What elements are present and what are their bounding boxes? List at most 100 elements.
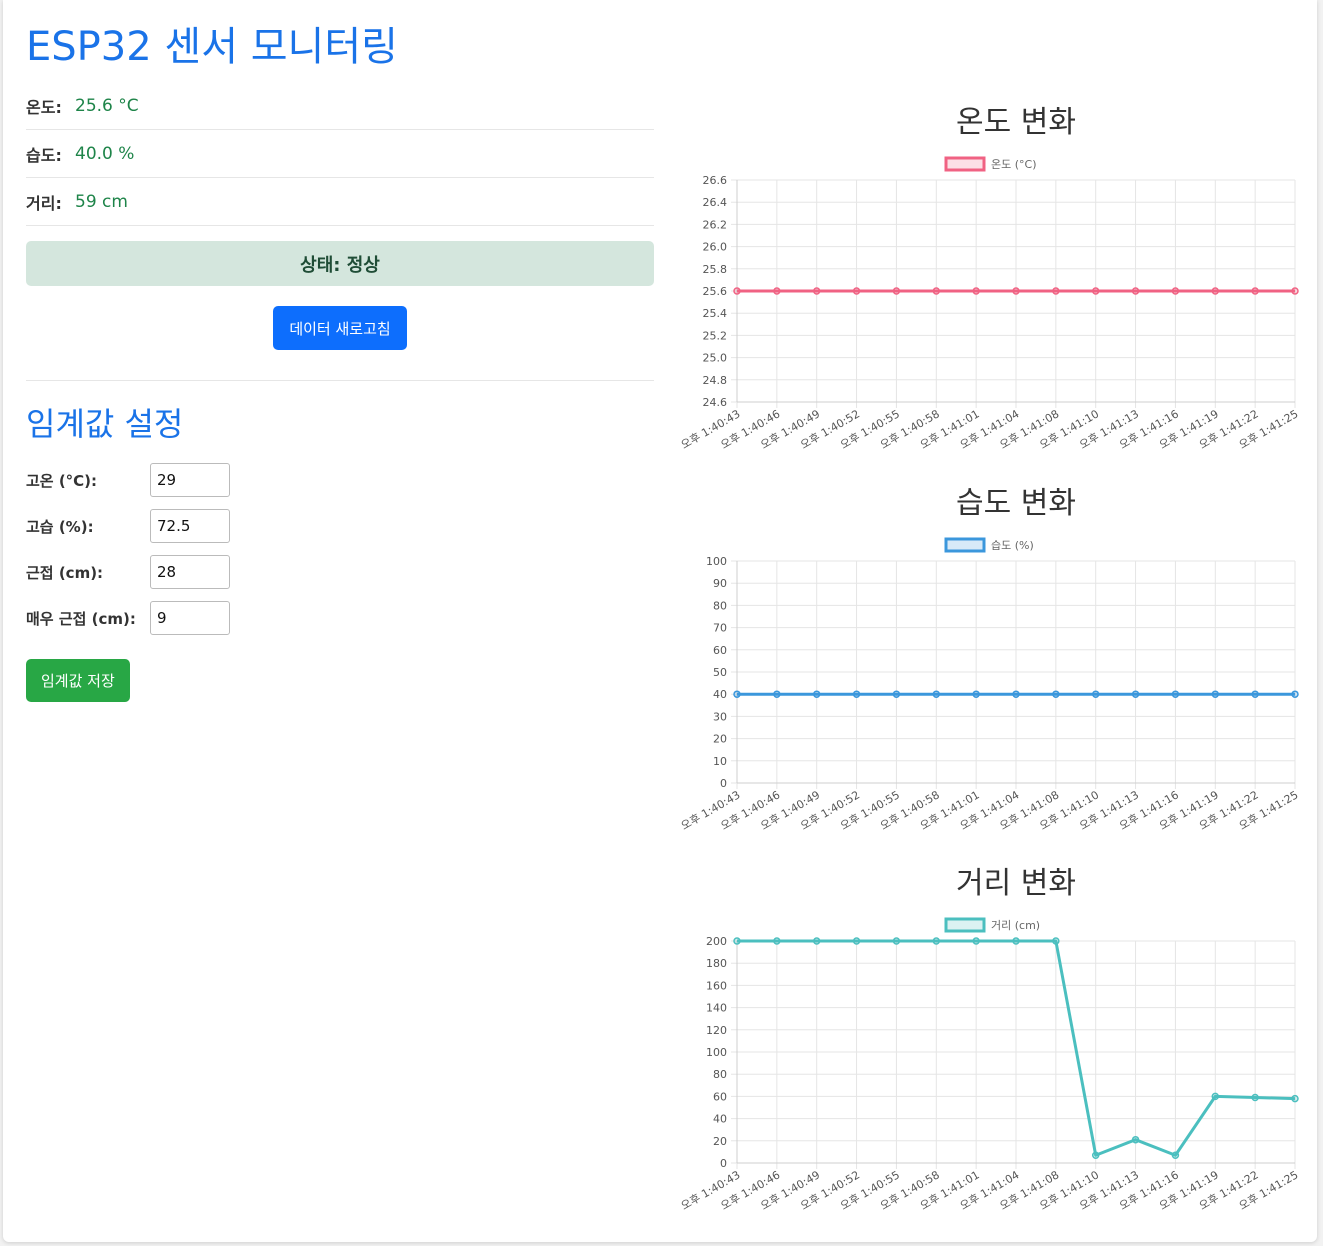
data-point[interactable] (1251, 690, 1259, 698)
data-point[interactable] (1211, 1092, 1220, 1101)
y-tick-label: 100 (706, 555, 727, 568)
data-point[interactable] (1052, 937, 1060, 945)
data-point[interactable] (812, 287, 821, 295)
data-point[interactable] (1012, 690, 1020, 698)
reading-value: 59 cm (75, 191, 128, 212)
data-point[interactable] (773, 287, 781, 295)
threshold-form: 고온 (°C): 고습 (%): 근접 (cm): 매우 근접 (cm): (26, 457, 654, 641)
y-tick-label: 120 (706, 1024, 727, 1037)
legend-label: 습도 (%) (991, 539, 1034, 552)
data-point[interactable] (1291, 690, 1299, 698)
chart-legend[interactable]: 온도 (°C) (944, 156, 1037, 172)
data-point[interactable] (1091, 1151, 1100, 1159)
reading-label: 온도: (26, 97, 62, 117)
temperature-chart-svg: 온도 변화온도 (°C) 26.6 26.4 26.2 26.0 25.8 25.6 25.4… (679, 105, 1301, 452)
data-point[interactable] (1211, 690, 1220, 698)
data-point[interactable] (1131, 690, 1140, 698)
threshold-high-humidity-row: 고습 (%): (26, 503, 654, 549)
data-point[interactable] (1291, 287, 1299, 295)
legend-swatch (944, 156, 986, 172)
data-point[interactable] (972, 690, 980, 698)
refresh-wrap: 데이터 새로고침 (26, 306, 654, 350)
data-point[interactable] (1012, 287, 1020, 295)
y-tick-label: 26.0 (703, 241, 728, 254)
data-point[interactable] (733, 287, 741, 295)
y-tick-label: 60 (713, 1090, 727, 1103)
left-panel: 온도: 25.6 °C 습도: 40.0 % 거리: 59 cm 상태: 정상 … (26, 82, 654, 702)
threshold-very-near-row: 매우 근접 (cm): (26, 595, 654, 641)
threshold-label: 고습 (%): (26, 517, 94, 536)
y-tick-label: 20 (713, 1135, 727, 1148)
data-point[interactable] (932, 937, 941, 945)
data-point[interactable] (1171, 1151, 1180, 1159)
data-point[interactable] (852, 937, 861, 945)
data-point[interactable] (773, 937, 781, 945)
refresh-data-button[interactable]: 데이터 새로고침 (273, 306, 407, 350)
data-point[interactable] (812, 690, 821, 698)
y-tick-label: 70 (713, 622, 727, 635)
data-point[interactable] (1012, 937, 1020, 945)
status-banner: 상태: 정상 (26, 241, 654, 286)
data-point[interactable] (773, 690, 781, 698)
data-point[interactable] (1131, 1135, 1140, 1144)
data-point[interactable] (1211, 287, 1220, 295)
very-near-distance-input[interactable] (150, 601, 230, 635)
y-tick-label: 20 (713, 733, 727, 746)
data-point[interactable] (733, 690, 741, 698)
temperature-chart: 온도 변화 온도 (°C) 26.6 26.4 26.2 26.0 25.8 25.6 25.4… (665, 96, 1315, 476)
data-point[interactable] (1131, 287, 1140, 295)
data-point[interactable] (972, 287, 980, 295)
reading-distance: 거리: 59 cm (26, 178, 654, 226)
data-point[interactable] (1052, 287, 1060, 295)
distance-chart-svg: 거리 변화거리 (cm)200180160140120100806040200오… (679, 866, 1301, 1213)
data-point[interactable] (1052, 690, 1060, 698)
reading-humidity: 습도: 40.0 % (26, 130, 654, 178)
near-distance-input[interactable] (150, 555, 230, 589)
y-tick-label: 140 (706, 1002, 727, 1015)
data-point[interactable] (1251, 1093, 1259, 1102)
data-point[interactable] (733, 937, 741, 945)
high-temp-input[interactable] (150, 463, 230, 497)
y-tick-label: 10 (713, 755, 727, 768)
y-tick-label: 25.2 (703, 329, 728, 342)
legend-label: 온도 (°C) (991, 158, 1037, 171)
data-point[interactable] (972, 937, 980, 945)
threshold-label: 근접 (cm): (26, 563, 104, 582)
y-tick-label: 180 (706, 957, 727, 970)
data-point[interactable] (1091, 287, 1100, 295)
save-thresholds-button[interactable]: 임계값 저장 (26, 659, 130, 702)
y-tick-label: 0 (720, 777, 727, 790)
data-point[interactable] (932, 690, 941, 698)
y-tick-label: 80 (713, 599, 727, 612)
chart-legend[interactable]: 습도 (%) (944, 537, 1034, 553)
data-point[interactable] (852, 690, 861, 698)
y-tick-label: 80 (713, 1068, 727, 1081)
y-tick-label: 25.0 (703, 352, 728, 365)
data-point[interactable] (852, 287, 861, 295)
chart-title: 온도 변화 (956, 105, 1076, 140)
data-point[interactable] (892, 287, 901, 295)
data-point[interactable] (932, 287, 941, 295)
threshold-heading: 임계값 설정 (26, 405, 184, 443)
data-point[interactable] (1291, 1094, 1299, 1103)
data-point[interactable] (1251, 287, 1259, 295)
high-humidity-input[interactable] (150, 509, 230, 543)
data-point[interactable] (1171, 690, 1180, 698)
chart-title: 습도 변화 (956, 486, 1076, 521)
data-point[interactable] (1091, 690, 1100, 698)
y-tick-label: 100 (706, 1046, 727, 1059)
chart-title: 거리 변화 (956, 866, 1076, 901)
y-tick-label: 60 (713, 644, 727, 657)
y-tick-label: 26.4 (703, 196, 728, 209)
reading-temperature: 온도: 25.6 °C (26, 82, 654, 130)
data-point[interactable] (892, 937, 901, 945)
data-point[interactable] (812, 937, 821, 945)
y-tick-label: 40 (713, 1113, 727, 1126)
distance-chart: 거리 변화 거리 (cm) 200 180 160 140 120 100 80 60 40 20 0 오… (665, 857, 1315, 1237)
threshold-label: 고온 (°C): (26, 471, 98, 490)
y-tick-label: 26.6 (703, 174, 728, 187)
y-tick-label: 24.8 (703, 374, 728, 387)
data-point[interactable] (1171, 287, 1180, 295)
chart-legend[interactable]: 거리 (cm) (944, 917, 1040, 933)
data-point[interactable] (892, 690, 901, 698)
